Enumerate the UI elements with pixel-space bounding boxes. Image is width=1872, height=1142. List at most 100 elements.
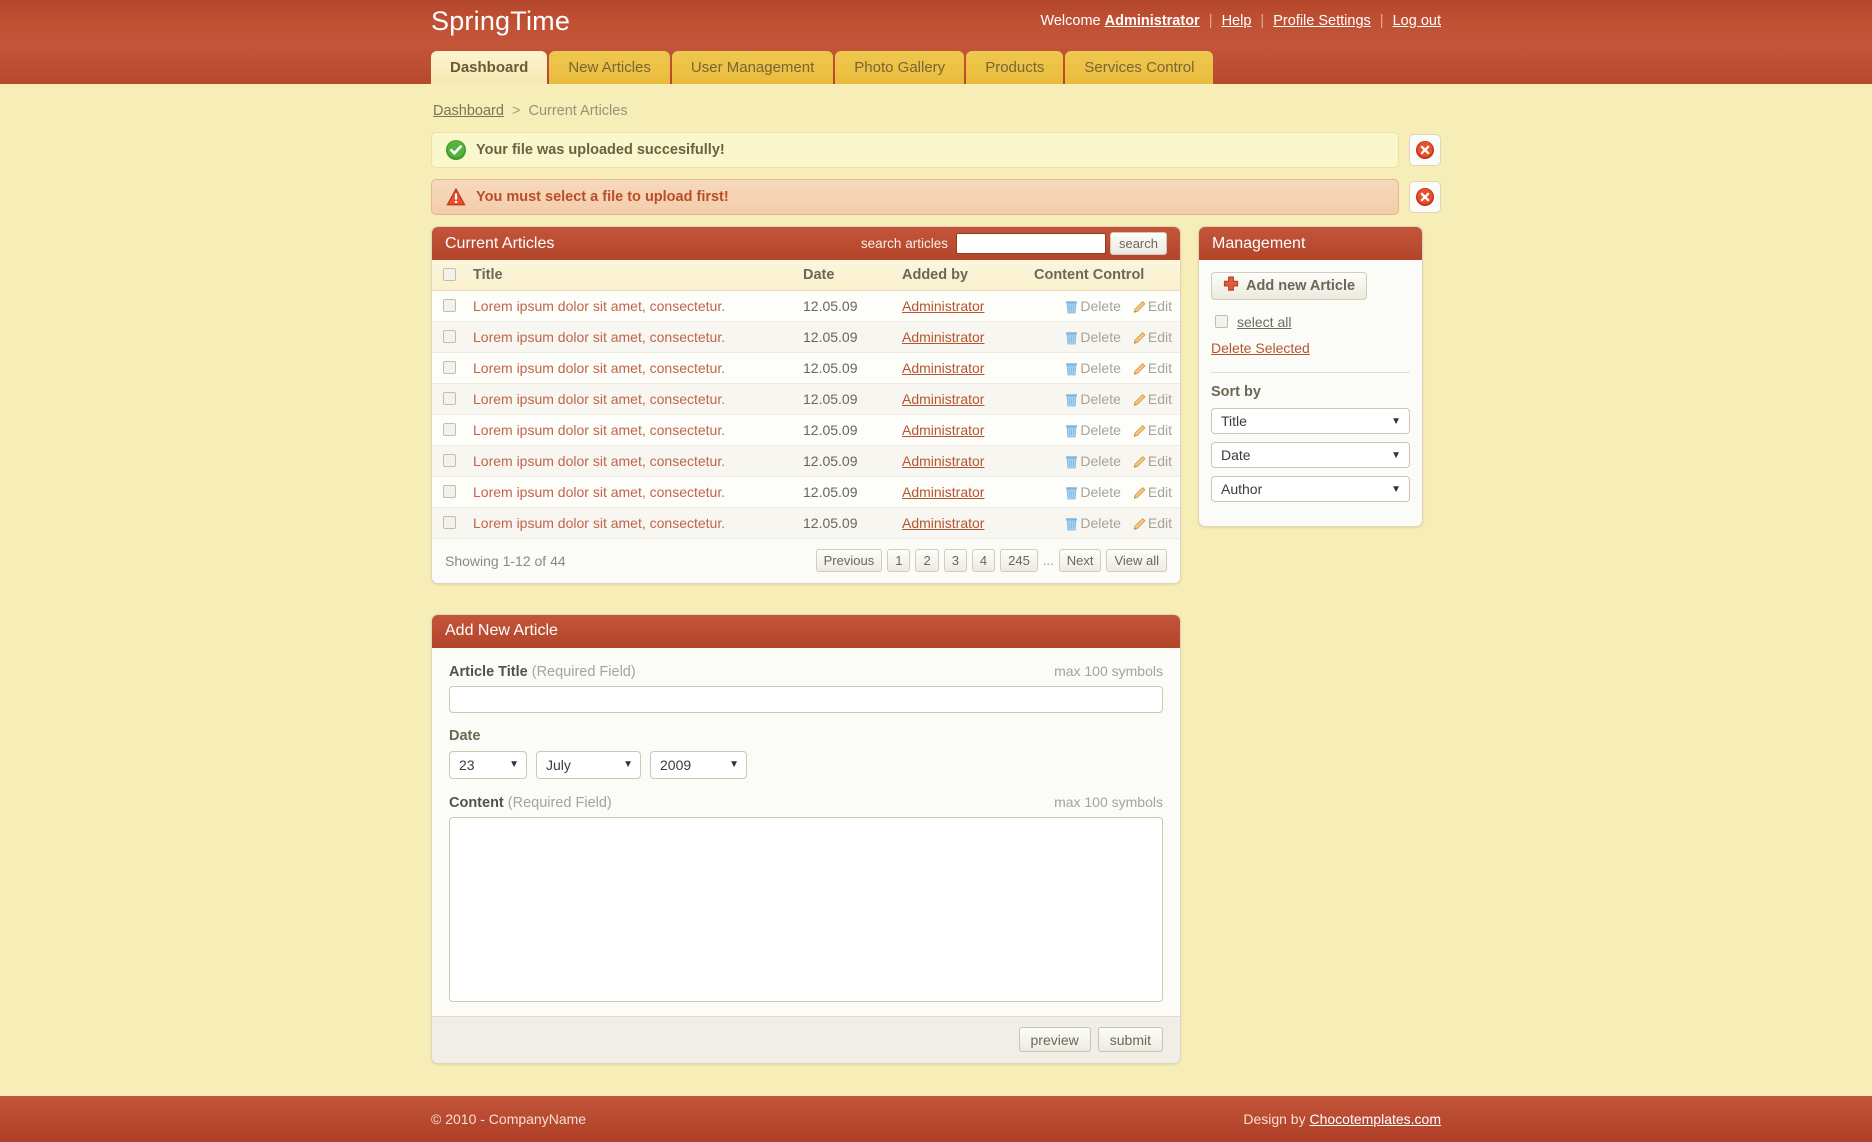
row-delete-label: Delete [1080,297,1121,314]
content-textarea[interactable] [449,816,1163,1002]
pencil-icon [1133,300,1146,313]
date-year-select[interactable]: 2009 ▼ [650,750,747,779]
close-error-message-button[interactable] [1409,181,1441,213]
row-delete-link[interactable]: Delete [1065,484,1121,500]
pagination-page-4[interactable]: 4 [971,549,996,572]
row-checkbox[interactable] [442,454,456,467]
row-edit-link[interactable]: Edit [1133,453,1172,469]
row-edit-link[interactable]: Edit [1133,329,1172,345]
close-success-message-button[interactable] [1409,134,1441,166]
pencil-icon [1133,331,1146,344]
row-added-by-link[interactable]: Administrator [902,484,984,500]
row-edit-link[interactable]: Edit [1133,484,1172,500]
row-delete-link[interactable]: Delete [1065,297,1121,314]
row-delete-link[interactable]: Delete [1065,421,1121,438]
row-checkbox[interactable] [442,392,456,405]
submit-button[interactable]: submit [1097,1027,1163,1052]
column-header-added-by[interactable]: Added by [894,260,1026,291]
row-title-link[interactable]: Lorem ipsum dolor sit amet, consectetur. [473,360,725,376]
breadcrumb-dashboard[interactable]: Dashboard [433,103,504,119]
row-delete-label: Delete [1080,421,1121,438]
table-row: Lorem ipsum dolor sit amet, consectetur.… [432,352,1180,384]
tab-photo-gallery[interactable]: Photo Gallery [835,51,965,84]
footer-design-link[interactable]: Chocotemplates.com [1309,1111,1441,1127]
tab-user-management[interactable]: User Management [671,51,834,84]
date-day-value: 23 [459,756,475,773]
article-title-label: Article Title (Required Field) [449,664,1054,680]
row-added-by-link[interactable]: Administrator [902,515,984,531]
row-edit-link[interactable]: Edit [1133,515,1172,531]
tab-dashboard[interactable]: Dashboard [431,51,548,84]
sort-by-author-select[interactable]: Author ▼ [1211,476,1410,502]
tab-products[interactable]: Products [966,51,1064,84]
column-header-date[interactable]: Date [795,260,894,291]
row-date-cell: 12.05.09 [795,414,894,446]
add-new-article-button[interactable]: Add new Article [1211,272,1368,300]
column-header-title[interactable]: Title [465,260,795,291]
row-title-link[interactable]: Lorem ipsum dolor sit amet, consectetur. [473,298,725,314]
pagination-previous-button[interactable]: Previous [815,549,883,572]
row-title-link[interactable]: Lorem ipsum dolor sit amet, consectetur. [473,391,725,407]
row-checkbox[interactable] [442,423,456,436]
row-delete-link[interactable]: Delete [1065,515,1121,531]
row-edit-link[interactable]: Edit [1133,391,1172,407]
row-edit-link[interactable]: Edit [1133,360,1172,376]
pagination-next-button[interactable]: Next [1058,549,1102,572]
preview-button[interactable]: preview [1018,1027,1091,1052]
row-checkbox[interactable] [442,361,456,374]
help-link[interactable]: Help [1222,13,1252,29]
tab-new-articles[interactable]: New Articles [549,51,670,84]
warning-triangle-icon [445,186,467,208]
row-added-by-link[interactable]: Administrator [902,298,984,314]
delete-selected-link[interactable]: Delete Selected [1211,340,1410,356]
search-input[interactable] [955,233,1106,254]
pencil-icon [1133,517,1146,530]
sort-by-date-select[interactable]: Date ▼ [1211,442,1410,468]
row-date-cell: 12.05.09 [795,321,894,353]
pagination-view-all-button[interactable]: View all [1106,549,1167,572]
current-user-link[interactable]: Administrator [1105,13,1200,29]
select-all-rows-checkbox[interactable] [442,268,456,282]
date-day-select[interactable]: 23 ▼ [449,750,527,779]
pagination-page-1[interactable]: 1 [887,549,911,572]
header-user-links: Welcome Administrator | Help | Profile S… [1040,13,1441,29]
row-delete-link[interactable]: Delete [1065,391,1121,407]
pagination-page-3[interactable]: 3 [943,549,967,572]
logout-link[interactable]: Log out [1393,13,1441,29]
row-title-link[interactable]: Lorem ipsum dolor sit amet, consectetur. [473,484,725,500]
row-edit-label: Edit [1147,514,1172,531]
row-title-link[interactable]: Lorem ipsum dolor sit amet, consectetur. [473,329,725,345]
profile-settings-link[interactable]: Profile Settings [1273,13,1371,29]
select-all-link[interactable]: select all [1237,314,1291,330]
pagination-page-2[interactable]: 2 [915,549,939,572]
article-title-input[interactable] [449,685,1163,713]
row-title-link[interactable]: Lorem ipsum dolor sit amet, consectetur. [473,453,725,469]
row-edit-link[interactable]: Edit [1133,422,1172,438]
row-added-by-link[interactable]: Administrator [902,360,984,376]
row-checkbox[interactable] [442,516,456,529]
row-select-cell [432,445,465,477]
row-edit-label: Edit [1147,297,1172,314]
row-added-by-link[interactable]: Administrator [902,329,984,345]
row-date-cell: 12.05.09 [795,290,894,322]
current-articles-title: Current Articles [445,234,555,252]
row-added-by-link[interactable]: Administrator [902,453,984,469]
row-checkbox[interactable] [442,330,456,343]
row-title-link[interactable]: Lorem ipsum dolor sit amet, consectetur. [473,515,725,531]
row-delete-link[interactable]: Delete [1065,329,1121,345]
row-title-link[interactable]: Lorem ipsum dolor sit amet, consectetur. [473,422,725,438]
row-added-by-link[interactable]: Administrator [902,422,984,438]
select-all-checkbox[interactable] [1215,315,1228,328]
row-checkbox[interactable] [442,485,456,498]
row-added-by-link[interactable]: Administrator [902,391,984,407]
pagination-page-245[interactable]: 245 [1000,549,1038,572]
row-checkbox[interactable] [442,299,456,312]
search-button[interactable]: search [1109,232,1167,255]
row-delete-link[interactable]: Delete [1065,453,1121,469]
search-label: search articles [860,236,948,251]
date-month-select[interactable]: July ▼ [536,750,641,779]
row-edit-link[interactable]: Edit [1133,298,1172,314]
row-delete-link[interactable]: Delete [1065,360,1121,376]
tab-services-control[interactable]: Services Control [1065,51,1214,84]
sort-by-title-select[interactable]: Title ▼ [1211,408,1410,434]
